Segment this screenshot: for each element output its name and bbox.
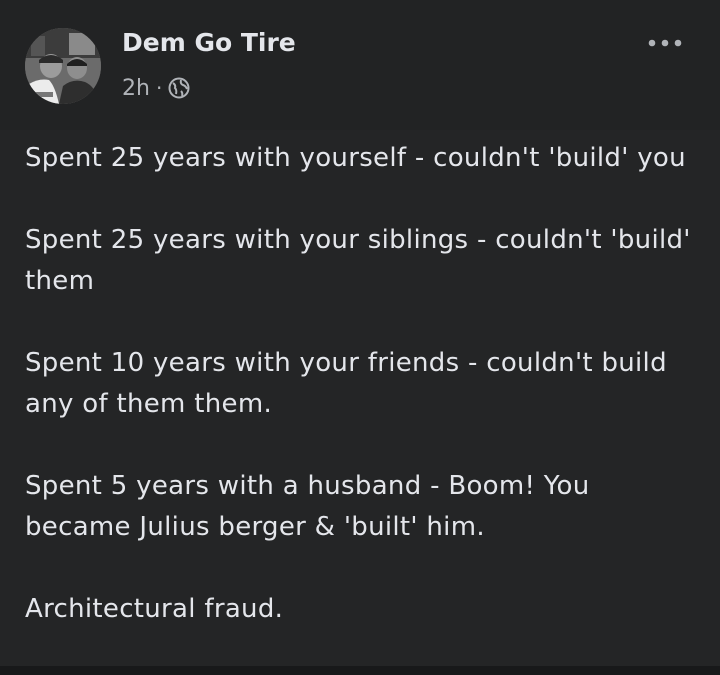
avatar[interactable] <box>25 28 101 104</box>
post-paragraph: Architectural fraud. <box>25 594 284 624</box>
post-body: Spent 25 years with yourself - couldn't … <box>25 138 695 671</box>
post-timestamp[interactable]: 2h <box>122 76 150 101</box>
post-paragraph: Spent 10 years with your friends - could… <box>25 348 667 419</box>
post-paragraph: Spent 5 years with a husband - Boom! You… <box>25 471 590 542</box>
post-paragraph: Spent 25 years with yourself - couldn't … <box>25 143 686 173</box>
post-header: Dem Go Tire 2h · <box>0 0 720 130</box>
avatar-photo <box>25 28 101 104</box>
facebook-post: Dem Go Tire 2h · Spent 25 years with you… <box>0 0 720 675</box>
author-name[interactable]: Dem Go Tire <box>122 28 296 57</box>
post-meta: 2h · <box>122 74 190 102</box>
globe-icon[interactable] <box>168 77 190 99</box>
meta-separator: · <box>155 76 163 100</box>
more-options-button[interactable] <box>640 26 690 60</box>
more-options-icon <box>648 39 682 47</box>
post-paragraph: Spent 25 years with your siblings - coul… <box>25 225 691 296</box>
post-bottom-edge <box>0 666 720 675</box>
